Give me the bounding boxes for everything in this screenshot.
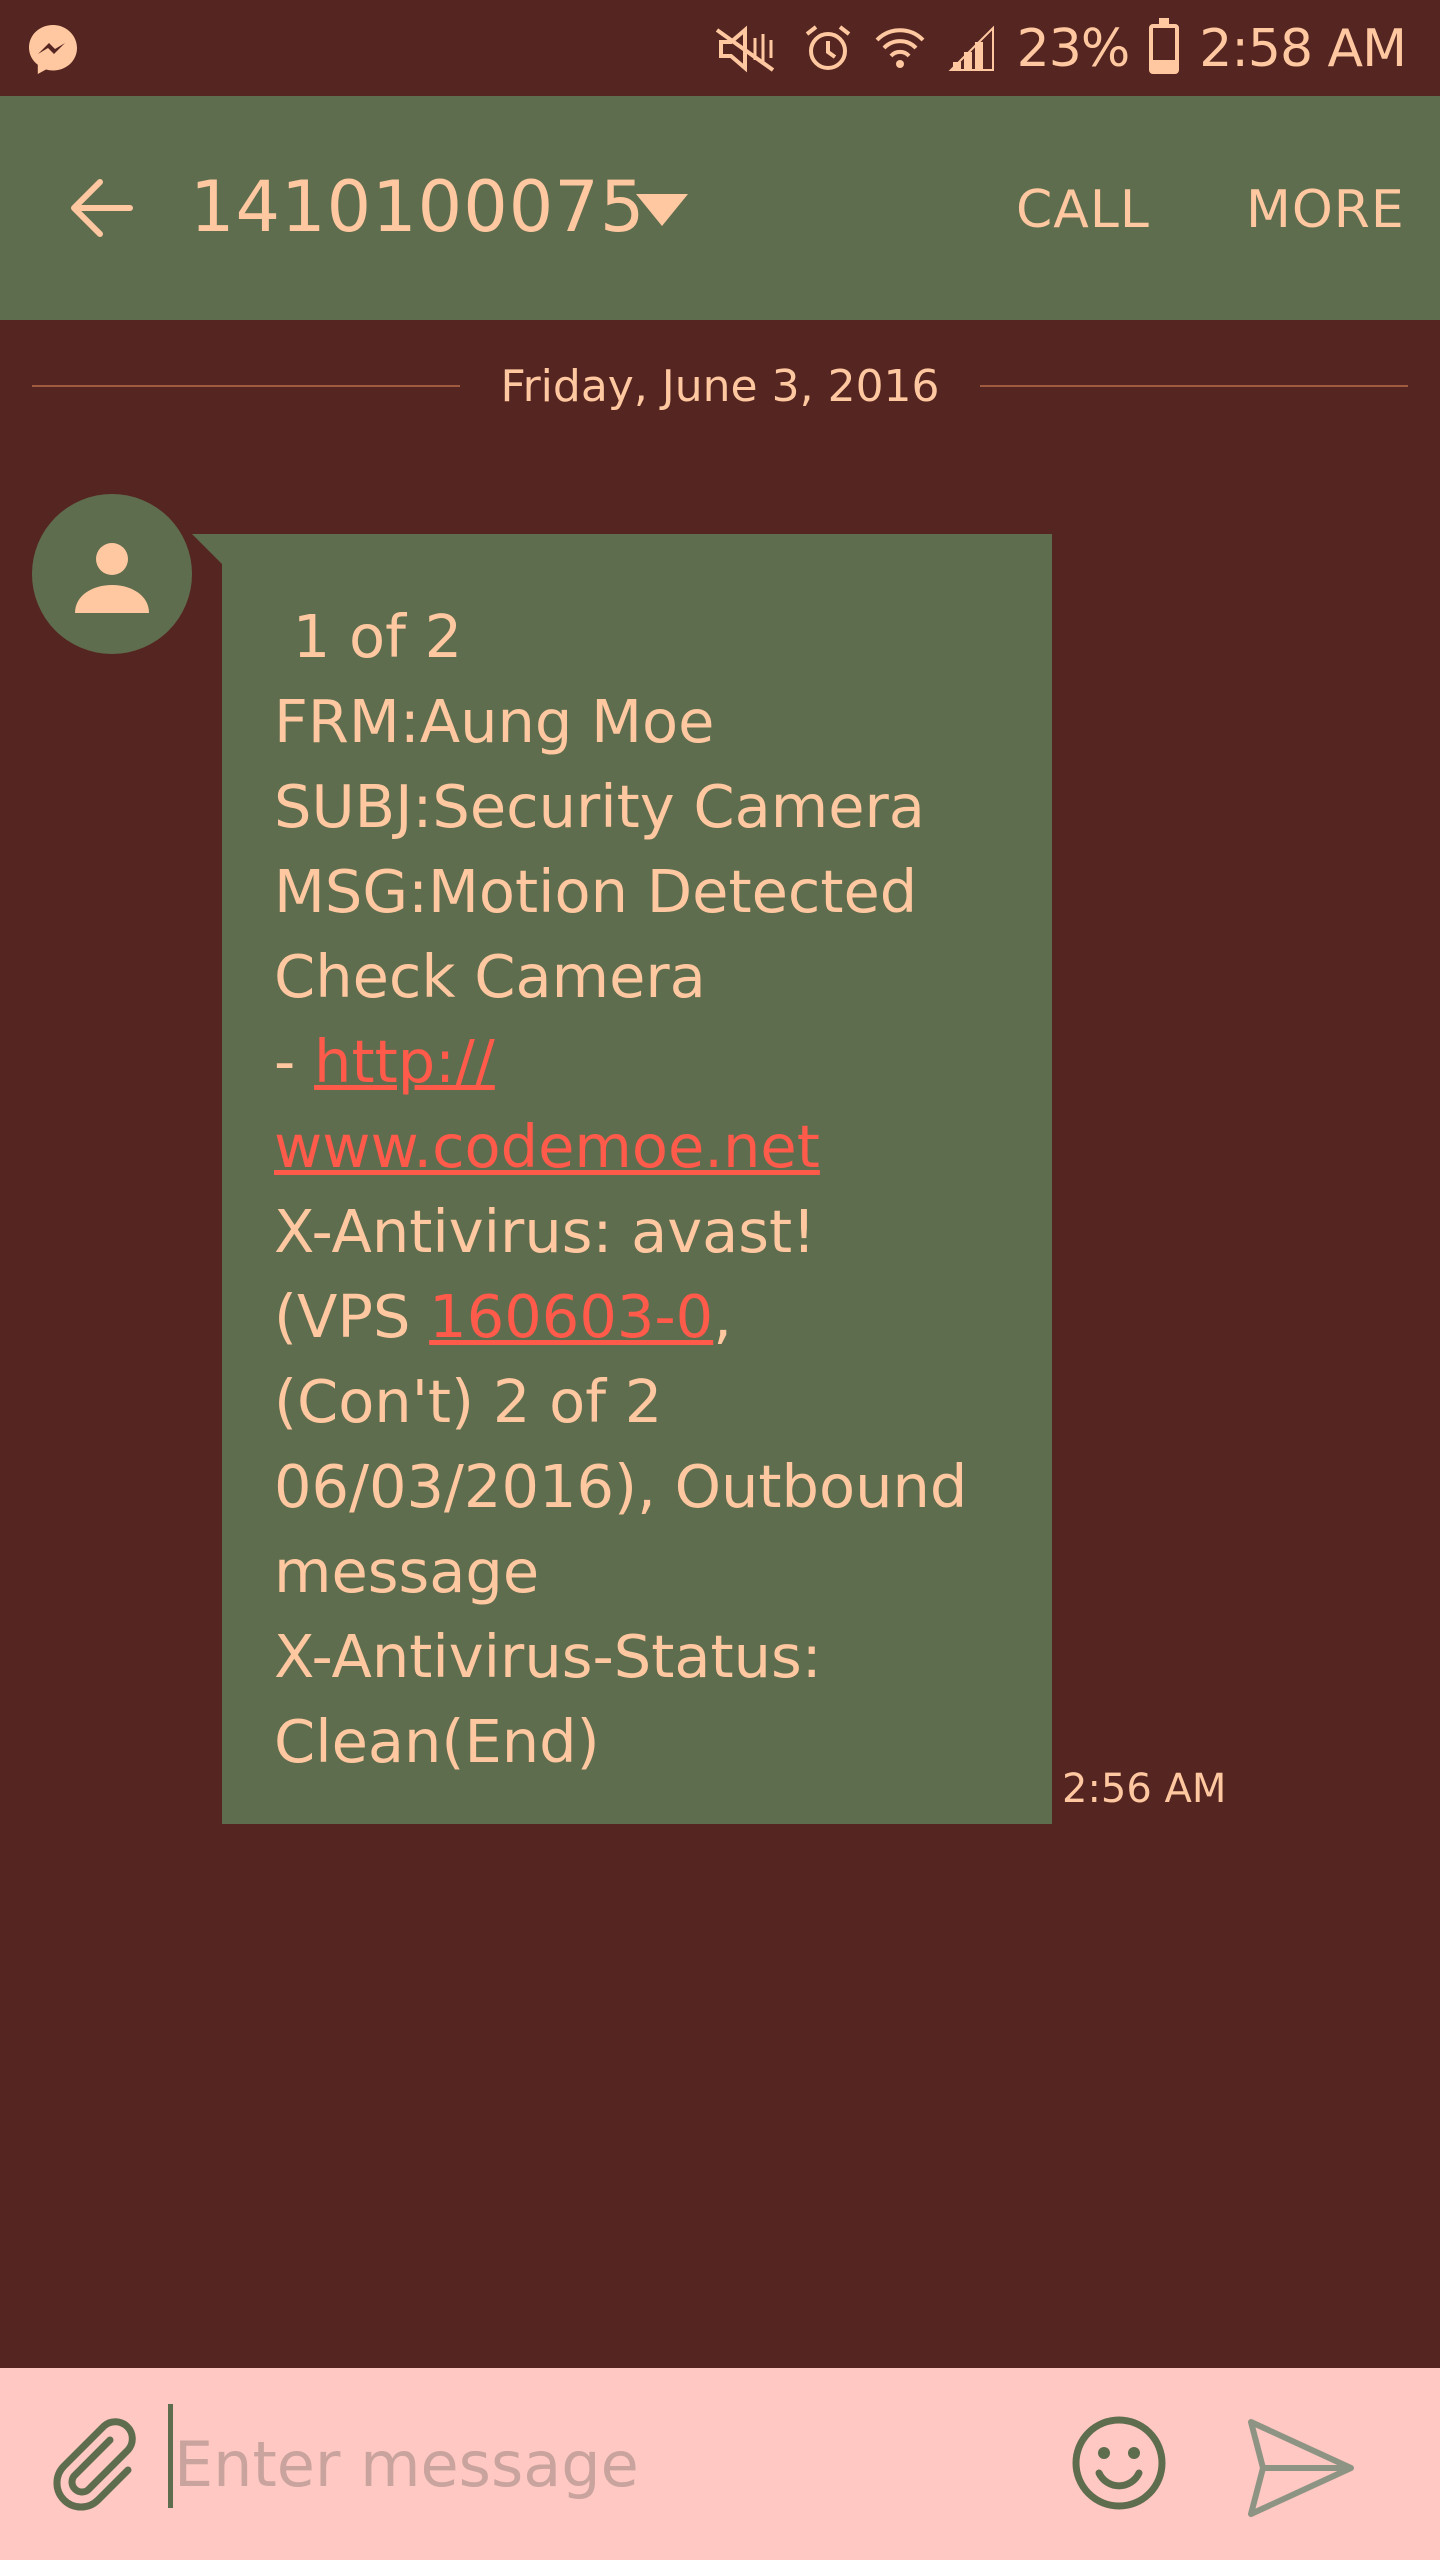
message-input[interactable] xyxy=(172,2408,1036,2520)
date-label: Friday, June 3, 2016 xyxy=(500,360,940,412)
vps-prefix: (VPS xyxy=(274,1282,430,1351)
number-link[interactable]: 160603-0 xyxy=(429,1282,713,1351)
alarm-icon xyxy=(805,25,850,70)
send-icon xyxy=(1248,2419,1354,2517)
message-line: (Con't) 2 of 2 xyxy=(274,1367,663,1436)
person-icon xyxy=(75,543,149,613)
message-line: - http:// xyxy=(274,1019,1012,1104)
dropdown-arrow-icon[interactable] xyxy=(636,194,688,226)
avatar[interactable] xyxy=(32,494,192,654)
dash-text: - xyxy=(274,1027,315,1096)
message-line: FRM:Aung Moe xyxy=(274,687,715,756)
contact-title[interactable]: 1410100075 xyxy=(190,166,645,248)
message-line: 1 of 2 xyxy=(274,602,463,671)
message-line: (VPS 160603-0, xyxy=(274,1274,1012,1359)
send-button[interactable] xyxy=(1236,2408,1366,2528)
message-line: SUBJ:Security Camera xyxy=(274,772,925,841)
url-link[interactable]: www.codemoe.net xyxy=(274,1112,820,1181)
message-bubble[interactable]: 1 of 2 FRM:Aung Moe SUBJ:Security Camera… xyxy=(222,534,1052,1824)
smiley-icon xyxy=(1072,2416,1166,2510)
wifi-icon xyxy=(875,28,925,68)
message-line: MSG:Motion Detected xyxy=(274,857,918,926)
battery-icon xyxy=(1149,18,1180,74)
bubble-tail xyxy=(192,534,222,564)
battery-percent: 23% xyxy=(1016,19,1131,79)
divider xyxy=(32,385,461,387)
message-line: Check Camera xyxy=(274,942,706,1011)
message-line: X-Antivirus-Status: xyxy=(274,1622,822,1691)
paperclip-icon xyxy=(53,2418,136,2511)
divider xyxy=(979,385,1409,387)
message-line: X-Antivirus: avast! xyxy=(274,1197,816,1266)
back-button[interactable] xyxy=(52,158,152,258)
vps-suffix: , xyxy=(713,1282,732,1351)
status-time: 2:58 AM xyxy=(1199,19,1407,79)
message-line: www.codemoe.net xyxy=(274,1104,1012,1189)
messenger-icon xyxy=(29,25,77,74)
attach-button[interactable] xyxy=(38,2408,158,2528)
conversation-toolbar: 1410100075 CALL MORE xyxy=(0,96,1440,320)
message-line: message xyxy=(274,1537,540,1606)
signal-icon xyxy=(948,25,994,71)
more-button[interactable]: MORE xyxy=(1246,180,1405,240)
message-line: 06/03/2016), Outbound xyxy=(274,1452,968,1521)
message-time: 2:56 AM xyxy=(1062,1766,1227,1812)
mute-icon xyxy=(715,25,774,73)
message-line: Clean(End) xyxy=(274,1707,600,1776)
back-arrow-icon xyxy=(71,179,133,237)
date-separator: Friday, June 3, 2016 xyxy=(32,356,1409,416)
url-link[interactable]: http:// xyxy=(314,1027,495,1096)
message-composer xyxy=(0,2368,1440,2560)
call-button[interactable]: CALL xyxy=(1016,180,1150,240)
emoji-button[interactable] xyxy=(1064,2408,1174,2518)
status-bar: 23% 2:58 AM xyxy=(0,0,1440,96)
